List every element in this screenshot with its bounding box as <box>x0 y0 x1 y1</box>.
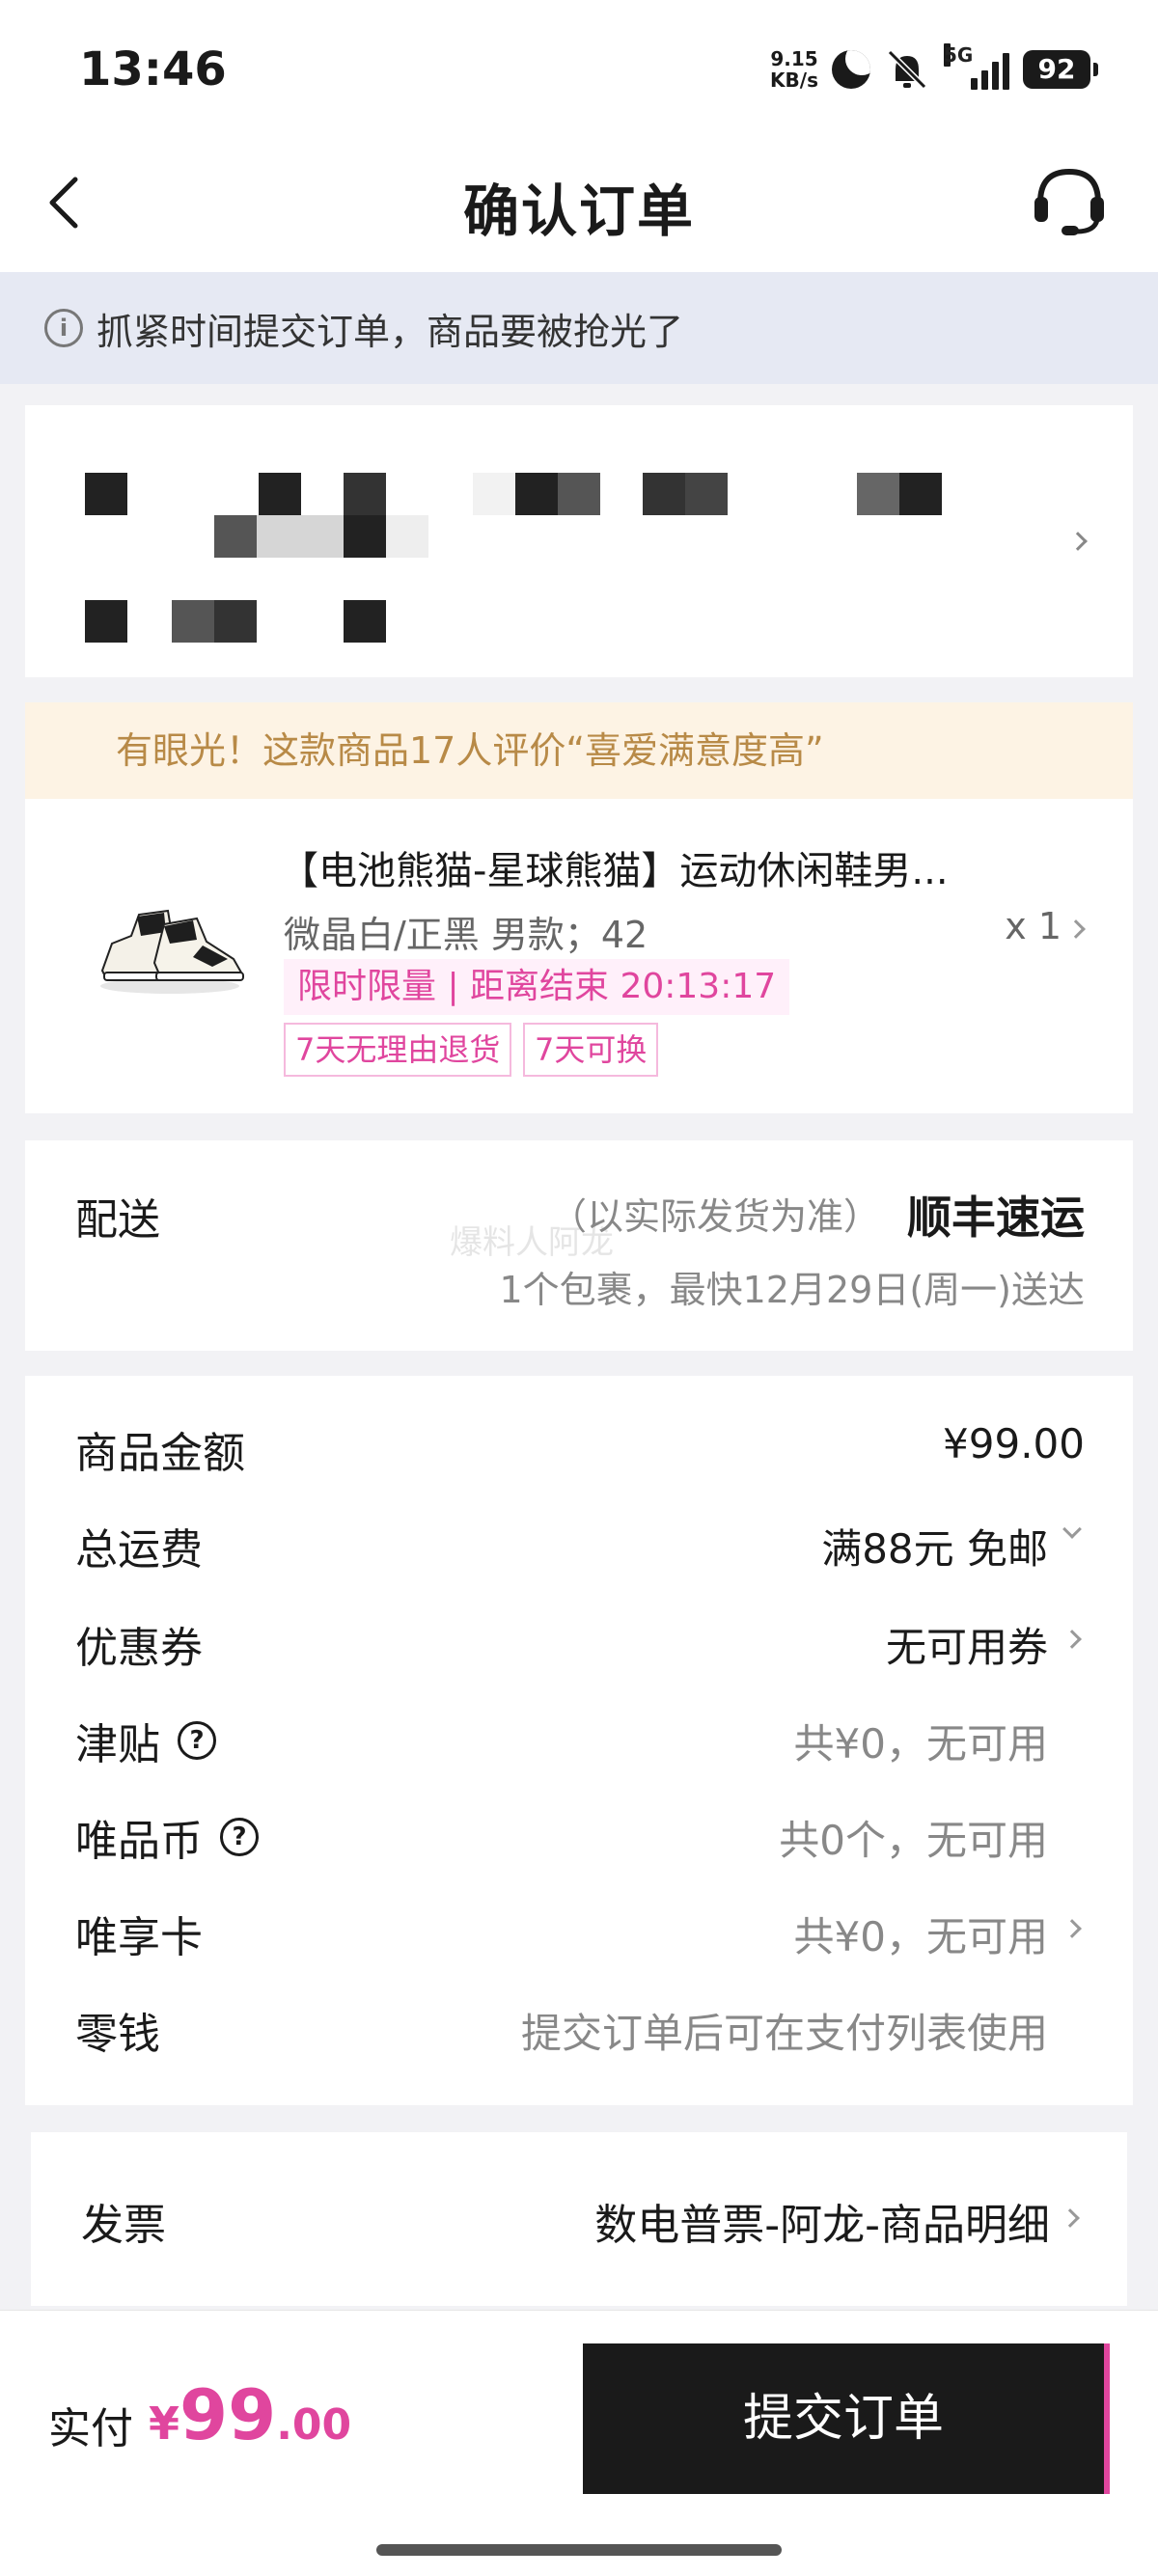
pay-amount-int: 99 <box>179 2374 277 2455</box>
product-qty: x 1 <box>1005 905 1062 947</box>
review-highlight: 有眼光！这款商品17人评价“喜爱满意度高” <box>25 702 1133 799</box>
net-speed: 9.15 KB/s <box>770 48 818 91</box>
fee-breakdown-card: 商品金额 ¥99.00 总运费 满88元 免邮 优惠券 无可用券 津贴? 共¥0… <box>25 1376 1133 2105</box>
fee-label: 唯品币 <box>75 1817 203 1866</box>
fee-label: 商品金额 <box>75 1429 245 1478</box>
fee-row-allowance: 津贴? 共¥0，无可用 <box>25 1702 1133 1769</box>
fee-label: 唯享卡 <box>75 1913 203 1962</box>
chevron-down-icon <box>1062 1520 1082 1539</box>
fee-label: 总运费 <box>75 1525 203 1575</box>
chevron-right-icon <box>1062 1919 1082 1938</box>
pay-currency: ¥ <box>149 2398 180 2450</box>
network-type: 5G <box>944 43 974 67</box>
address-chevron-right-icon <box>1068 532 1088 551</box>
pay-amount-dec: .00 <box>276 2400 352 2450</box>
status-time: 13:46 <box>79 42 227 96</box>
page-title: 确认订单 <box>462 178 695 244</box>
mute-bell-icon <box>887 49 927 90</box>
chevron-right-icon <box>1061 2208 1080 2228</box>
fee-value: 共0个，无可用 <box>779 1817 1048 1864</box>
address-card[interactable] <box>25 405 1133 677</box>
dnd-moon-icon <box>832 50 870 89</box>
notice-text: 抓紧时间提交订单，商品要被抢光了 <box>96 310 684 353</box>
signal-icon: 5G <box>944 43 1009 90</box>
pay-amount: ¥99.00 <box>149 2374 351 2455</box>
fee-row-coupon[interactable]: 优惠券 无可用券 <box>25 1605 1133 1673</box>
delivery-eta: 1个包裹，最快12月29日(周一)送达 <box>499 1269 1085 1311</box>
fee-label: 津贴 <box>75 1720 160 1769</box>
product-chevron-right-icon <box>1066 919 1086 939</box>
notice-bar: i 抓紧时间提交订单，商品要被抢光了 <box>0 272 1158 384</box>
help-icon[interactable]: ? <box>220 1818 259 1856</box>
delivery-card[interactable]: 配送 爆料人阿龙 （以实际发货为准） 顺丰速运 1个包裹，最快12月29日(周一… <box>25 1140 1133 1351</box>
status-icons: 9.15 KB/s 5G 92 <box>770 41 1098 98</box>
fee-value: 共¥0，无可用 <box>793 1720 1048 1768</box>
info-icon: i <box>44 309 83 347</box>
flash-sale-timer: 限时限量 | 距离结束 20:13:17 <box>284 959 790 1015</box>
fee-label: 零钱 <box>75 2010 160 2059</box>
fee-row-wallet: 零钱 提交订单后可在支付列表使用 <box>25 1991 1133 2059</box>
product-spec: 微晶白/正黑 男款；42 <box>284 914 648 956</box>
help-icon[interactable]: ? <box>178 1721 216 1760</box>
net-speed-value: 9.15 <box>770 47 818 70</box>
invoice-label: 发票 <box>81 2201 166 2250</box>
checkout-bar: 实付 ¥99.00 提交订单 <box>0 2310 1158 2576</box>
tag-return-7day: 7天无理由退货 <box>284 1023 512 1077</box>
fee-value: 提交订单后可在支付列表使用 <box>520 2010 1048 2057</box>
delivery-label: 配送 <box>75 1195 160 1245</box>
fee-value: ¥99.00 <box>943 1420 1085 1467</box>
fee-row-vip-card[interactable]: 唯享卡 共¥0，无可用 <box>25 1895 1133 1962</box>
delivery-note: （以实际发货为准） <box>549 1195 880 1238</box>
tag-exchange-7day: 7天可换 <box>523 1023 659 1077</box>
header: 13:46 9.15 KB/s 5G 92 确认订单 <box>0 0 1158 272</box>
fee-row-shipping[interactable]: 总运费 满88元 免邮 <box>25 1507 1133 1575</box>
order-confirm-page: 13:46 9.15 KB/s 5G 92 确认订单 i 抓紧时间提交订单，商品… <box>0 0 1158 2576</box>
fee-label: 优惠券 <box>75 1624 203 1673</box>
battery-icon: 92 <box>1023 50 1098 89</box>
net-speed-unit: KB/s <box>770 69 818 92</box>
fee-value: 满88元 免邮 <box>821 1525 1048 1573</box>
product-card[interactable]: 【电池熊猫-星球熊猫】运动休闲鞋男... 微晶白/正黑 男款；42 x 1 限时… <box>25 799 1133 1113</box>
home-indicator[interactable] <box>376 2544 782 2556</box>
chevron-right-icon <box>1062 1630 1082 1649</box>
invoice-value: 数电普票-阿龙-商品明细 <box>594 2201 1050 2250</box>
headset-icon[interactable] <box>1031 164 1108 237</box>
pay-label: 实付 <box>48 2404 133 2453</box>
invoice-card[interactable]: 发票 数电普票-阿龙-商品明细 <box>31 2132 1127 2306</box>
fee-row-goods-amount: 商品金额 ¥99.00 <box>25 1411 1133 1478</box>
fee-value: 无可用券 <box>885 1624 1048 1671</box>
fee-value: 共¥0，无可用 <box>793 1913 1048 1960</box>
product-title: 【电池熊猫-星球熊猫】运动休闲鞋男... <box>280 849 949 893</box>
delivery-carrier: 顺丰速运 <box>907 1192 1085 1244</box>
fee-row-vip-coins: 唯品币? 共0个，无可用 <box>25 1798 1133 1866</box>
submit-order-button[interactable]: 提交订单 <box>583 2343 1110 2494</box>
product-image <box>100 909 244 994</box>
